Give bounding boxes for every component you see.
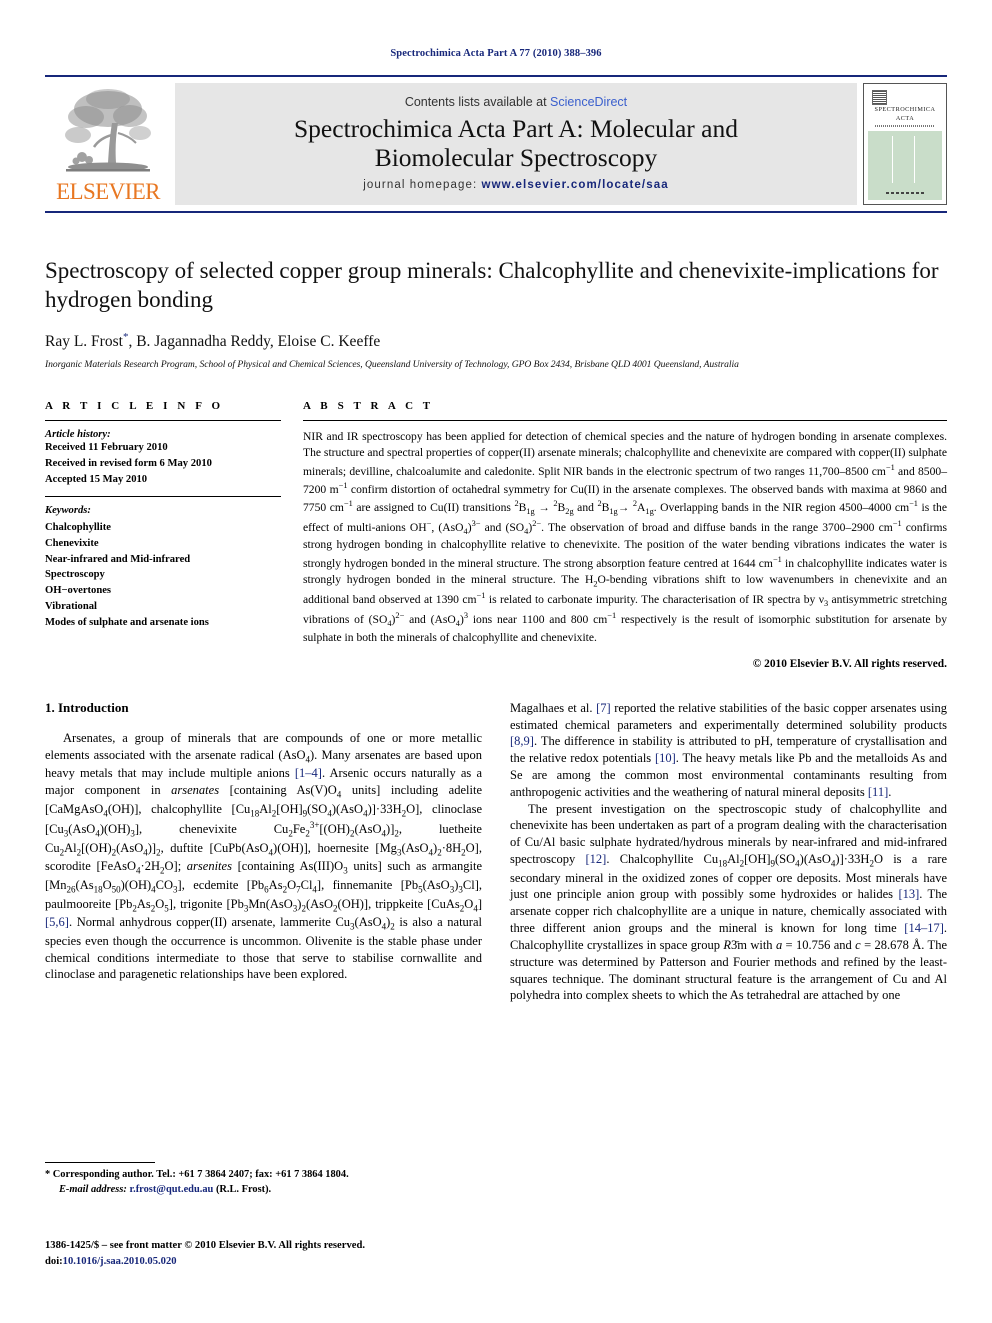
email-label: E-mail address: [59, 1183, 127, 1195]
body-column-left: 1. Introduction Arsenates, a group of mi… [45, 700, 482, 1004]
cover-footer-dashes [885, 192, 925, 195]
keyword-item: Chenevixite [45, 537, 99, 549]
citation-ref[interactable]: [12] [586, 852, 607, 866]
cover-journal-name-line-2: ACTA [895, 114, 915, 122]
body-columns: 1. Introduction Arsenates, a group of mi… [45, 700, 947, 1004]
article-info-heading: A R T I C L E I N F O [45, 400, 224, 413]
issn-copyright-block: 1386-1425/$ – see front matter © 2010 El… [45, 1238, 482, 1270]
article-history-label: Article history: [45, 429, 111, 441]
sciencedirect-link[interactable]: ScienceDirect [550, 95, 627, 109]
article-info-column: A R T I C L E I N F O Article history: R… [45, 400, 303, 670]
citation-ref[interactable]: [1–4] [295, 766, 322, 780]
doi-link[interactable]: 10.1016/j.saa.2010.05.020 [63, 1256, 177, 1267]
citation-ref[interactable]: [11] [868, 785, 888, 799]
history-revised: Received in revised form 6 May 2010 [45, 457, 212, 469]
contents-available-line: Contents lists available at ScienceDirec… [405, 95, 627, 109]
cover-mini-logo-icon [872, 90, 887, 105]
email-owner: (R.L. Frost). [215, 1183, 272, 1195]
history-accepted: Accepted 15 May 2010 [45, 473, 148, 485]
issn-line: 1386-1425/$ – see front matter © 2010 El… [45, 1240, 365, 1251]
footnote-block: * Corresponding author. Tel.: +61 7 3864… [45, 1162, 482, 1198]
citation-ref[interactable]: [7] [596, 701, 611, 715]
abstract-rule-top [303, 420, 947, 422]
email-note: E-mail address: r.frost@qut.edu.au (R.L.… [45, 1183, 482, 1198]
journal-title-line-1: Spectrochimica Acta Part A: Molecular an… [294, 114, 738, 144]
title-block: Spectroscopy of selected copper group mi… [45, 257, 947, 370]
email-link[interactable]: r.frost@qut.edu.au [129, 1184, 213, 1195]
author-rest: , B. Jagannadha Reddy, Eloise C. Keeffe [128, 333, 381, 351]
journal-cover-thumbnail: SPECTROCHIMICA ACTA [863, 83, 947, 205]
footnote-rule [45, 1162, 155, 1163]
running-head: Spectrochimica Acta Part A 77 (2010) 388… [390, 48, 602, 59]
cover-stripes [868, 131, 942, 187]
elsevier-wordmark: ELSEVIER [56, 179, 160, 204]
keyword-item: Spectroscopy [45, 569, 105, 581]
article-page: Spectrochimica Acta Part A 77 (2010) 388… [0, 0, 992, 1323]
intro-paragraph-3: The present investigation on the spectro… [510, 801, 947, 1003]
abstract-copyright: © 2010 Elsevier B.V. All rights reserved… [752, 657, 947, 670]
section-heading-introduction: 1. Introduction [45, 699, 129, 715]
keyword-item: Modes of sulphate and arsenate ions [45, 617, 209, 629]
article-info-rule-top [45, 420, 281, 422]
intro-paragraph-2: Magalhaes et al. [7] reported the relati… [510, 700, 948, 799]
journal-homepage-line: journal homepage: www.elsevier.com/locat… [363, 179, 668, 191]
citation-ref[interactable]: [14–17] [904, 921, 944, 935]
keywords-label: Keywords: [45, 504, 91, 516]
corresponding-author-note: * Corresponding author. Tel.: +61 7 3864… [45, 1169, 349, 1180]
elsevier-logo: ELSEVIER [45, 83, 171, 205]
cover-journal-name-line-1: SPECTROCHIMICA [874, 106, 936, 113]
article-info-rule-mid [45, 495, 281, 497]
affiliation: Inorganic Materials Research Program, Sc… [45, 359, 739, 371]
doi-label: doi: [45, 1255, 63, 1267]
citation-ref[interactable]: [13] [898, 887, 919, 901]
history-received: Received 11 February 2010 [45, 442, 168, 454]
cover-header-band: SPECTROCHIMICA ACTA [868, 88, 942, 131]
journal-banner: Contents lists available at ScienceDirec… [175, 83, 857, 205]
journal-homepage-link[interactable]: www.elsevier.com/locate/saa [482, 179, 669, 191]
contents-prefix: Contents lists available at [404, 95, 551, 110]
body-column-right: Magalhaes et al. [7] reported the relati… [510, 700, 947, 1004]
citation-ref[interactable]: [5,6] [45, 915, 69, 929]
journal-title: Spectrochimica Acta Part A: Molecular an… [294, 115, 738, 172]
citation-ref[interactable]: [8,9] [510, 734, 534, 748]
elsevier-tree-icon [56, 83, 160, 179]
info-abstract-region: A R T I C L E I N F O Article history: R… [45, 400, 947, 670]
abstract-heading: A B S T R A C T [303, 400, 434, 413]
keyword-item: Near-infrared and Mid-infrared [45, 553, 191, 565]
journal-title-line-2: Biomolecular Spectroscopy [374, 143, 658, 172]
page-title: Spectroscopy of selected copper group mi… [45, 258, 939, 312]
journal-masthead: ELSEVIER Contents lists available at Sci… [45, 75, 947, 213]
keyword-item: Chalcophyllite [45, 521, 111, 533]
homepage-prefix: journal homepage: [363, 178, 482, 191]
keyword-item: Vibrational [45, 601, 97, 613]
cover-artwork: SPECTROCHIMICA ACTA [868, 88, 942, 200]
author-first: Ray L. Frost [45, 333, 123, 351]
author-list: Ray L. Frost*, B. Jagannadha Reddy, Eloi… [45, 331, 947, 351]
keywords-list: Chalcophyllite Chenevixite Near-infrared… [45, 520, 281, 631]
doi-line: doi:10.1016/j.saa.2010.05.020 [45, 1254, 482, 1270]
abstract-text: NIR and IR spectroscopy has been applied… [303, 430, 947, 644]
keyword-item: OH−overtones [45, 585, 112, 597]
intro-paragraph-1: Arsenates, a group of minerals that are … [45, 730, 482, 982]
cover-subtitle-rule [875, 124, 935, 127]
citation-ref[interactable]: [10] [655, 751, 676, 765]
abstract-column: A B S T R A C T NIR and IR spectroscopy … [303, 400, 947, 670]
